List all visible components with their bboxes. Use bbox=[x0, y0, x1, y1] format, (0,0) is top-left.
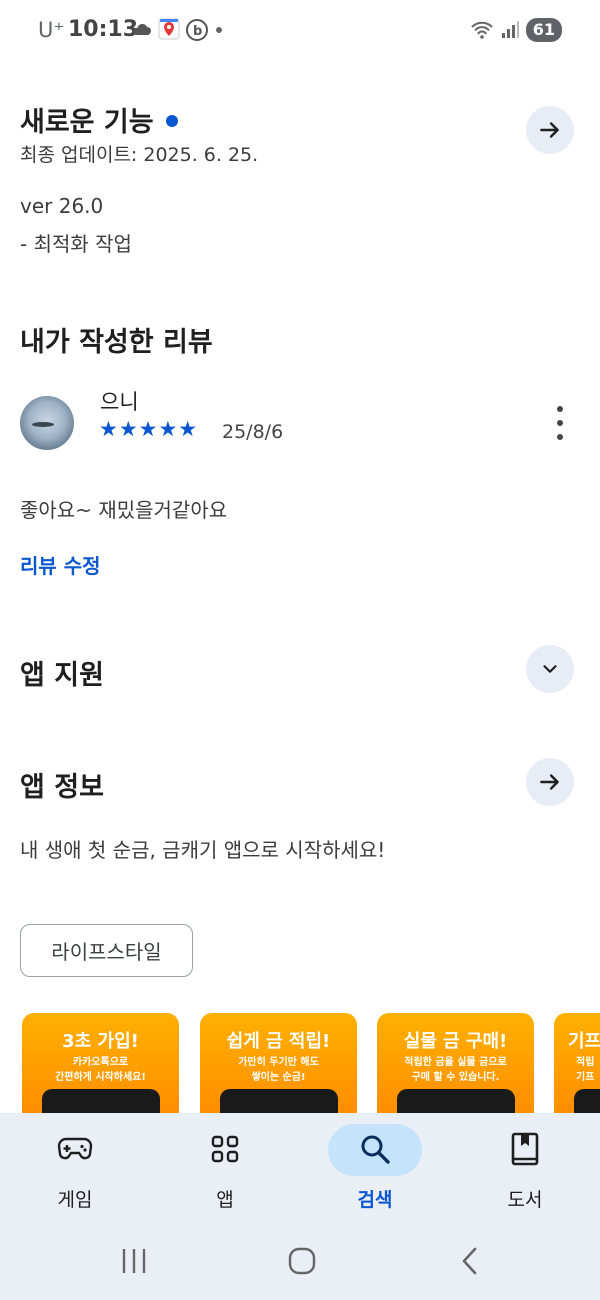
carrier-label: U⁺ bbox=[38, 18, 65, 42]
signal-icon bbox=[501, 21, 519, 38]
nav-item-apps[interactable]: 앱 bbox=[150, 1113, 300, 1225]
phone-mockup bbox=[220, 1089, 338, 1113]
wifi-icon bbox=[471, 21, 493, 39]
screenshot-caption: 가만히 두기만 해도 쌓이는 순금! bbox=[238, 1057, 319, 1083]
recent-apps-icon[interactable] bbox=[114, 1243, 154, 1279]
avatar bbox=[20, 396, 74, 450]
arrow-right-icon bbox=[540, 122, 559, 138]
chevron-down-icon bbox=[543, 665, 557, 673]
app-description: 내 생애 첫 순금, 금캐기 앱으로 시작하세요! bbox=[20, 838, 386, 862]
screenshot-card[interactable]: 3초 가입! 카카오톡으로 간편하게 시작하세요! bbox=[22, 1013, 179, 1113]
release-note: - 최적화 작업 bbox=[20, 232, 132, 256]
screenshot-card[interactable]: 실물 금 구매! 적립한 금을 실물 금으로 구매 할 수 있습니다. bbox=[377, 1013, 534, 1113]
cloud-icon bbox=[133, 23, 151, 35]
nav-label-books: 도서 bbox=[507, 1189, 543, 1211]
app-info-title[interactable]: 앱 정보 bbox=[20, 765, 104, 804]
home-icon[interactable] bbox=[282, 1243, 322, 1279]
phone-mockup bbox=[574, 1089, 600, 1113]
whats-new-title-text: 새로운 기능 bbox=[20, 107, 154, 138]
edit-review-link[interactable]: 리뷰 수정 bbox=[20, 550, 101, 579]
book-icon bbox=[503, 1131, 547, 1167]
nav-label-games: 게임 bbox=[57, 1189, 93, 1211]
app-support-expand-button[interactable] bbox=[526, 645, 574, 693]
app-support-title[interactable]: 앱 지원 bbox=[20, 653, 104, 692]
status-bar: U⁺ 10:13 b 61 bbox=[0, 0, 600, 62]
nav-item-search[interactable]: 검색 bbox=[300, 1113, 450, 1225]
svg-text:b: b bbox=[193, 24, 202, 39]
map-pin-icon bbox=[158, 18, 180, 40]
review-text: 좋아요~ 재밌을거같아요 bbox=[20, 498, 228, 522]
phone-mockup bbox=[42, 1089, 160, 1113]
arrow-right-icon bbox=[540, 774, 559, 790]
dot-icon bbox=[216, 27, 222, 33]
screenshot-title: 기프 bbox=[568, 1031, 600, 1052]
screenshot-caption: 적립한 금을 실물 금으로 구매 할 수 있습니다. bbox=[404, 1057, 507, 1083]
back-icon[interactable] bbox=[450, 1243, 490, 1279]
bottom-navigation: 게임 앱 검색 도서 bbox=[0, 1113, 600, 1225]
notification-icons: b bbox=[132, 18, 224, 42]
screenshot-title: 3초 가입! bbox=[62, 1031, 139, 1052]
screenshot-card[interactable]: 쉽게 금 적립! 가만히 두기만 해도 쌓이는 순금! bbox=[200, 1013, 357, 1113]
app-info-arrow-button[interactable] bbox=[526, 758, 574, 806]
screenshot-carousel[interactable]: 3초 가입! 카카오톡으로 간편하게 시작하세요! 쉽게 금 적립! 가만히 두기… bbox=[22, 1013, 600, 1113]
whats-new-arrow-button[interactable] bbox=[526, 106, 574, 154]
category-chip[interactable]: 라이프스타일 bbox=[20, 924, 193, 977]
screenshot-title: 실물 금 구매! bbox=[403, 1031, 508, 1052]
new-indicator-dot bbox=[165, 114, 178, 127]
whats-new-title: 새로운 기능 bbox=[20, 100, 178, 139]
reviewer-name: 으니 bbox=[100, 390, 139, 414]
search-icon bbox=[353, 1131, 397, 1167]
nav-label-search: 검색 bbox=[357, 1189, 393, 1211]
nav-item-games[interactable]: 게임 bbox=[0, 1113, 150, 1225]
battery-level: 61 bbox=[525, 18, 562, 42]
system-status-icons: 61 bbox=[470, 18, 562, 42]
nav-item-books[interactable]: 도서 bbox=[450, 1113, 600, 1225]
gamepad-icon bbox=[53, 1131, 97, 1167]
screenshot-card[interactable]: 기프 적립 기프 bbox=[554, 1013, 600, 1113]
system-navigation-bar bbox=[0, 1225, 600, 1300]
review-date: 25/8/6 bbox=[222, 421, 284, 443]
last-updated: 최종 업데이트: 2025. 6. 25. bbox=[20, 144, 259, 166]
phone-mockup bbox=[397, 1089, 515, 1113]
nav-label-apps: 앱 bbox=[216, 1189, 234, 1211]
star-rating: ★★★★★ bbox=[99, 417, 199, 441]
status-time: 10:13 bbox=[68, 17, 139, 42]
screenshot-title: 쉽게 금 적립! bbox=[226, 1031, 331, 1052]
screenshot-caption: 카카오톡으로 간편하게 시작하세요! bbox=[55, 1057, 146, 1083]
apps-grid-icon bbox=[203, 1131, 247, 1167]
version-text: ver 26.0 bbox=[20, 194, 104, 218]
my-review-title: 내가 작성한 리뷰 bbox=[20, 327, 213, 358]
review-more-options-icon[interactable] bbox=[547, 406, 573, 440]
b-app-icon: b bbox=[186, 19, 208, 41]
screenshot-caption: 적립 기프 bbox=[576, 1057, 595, 1083]
